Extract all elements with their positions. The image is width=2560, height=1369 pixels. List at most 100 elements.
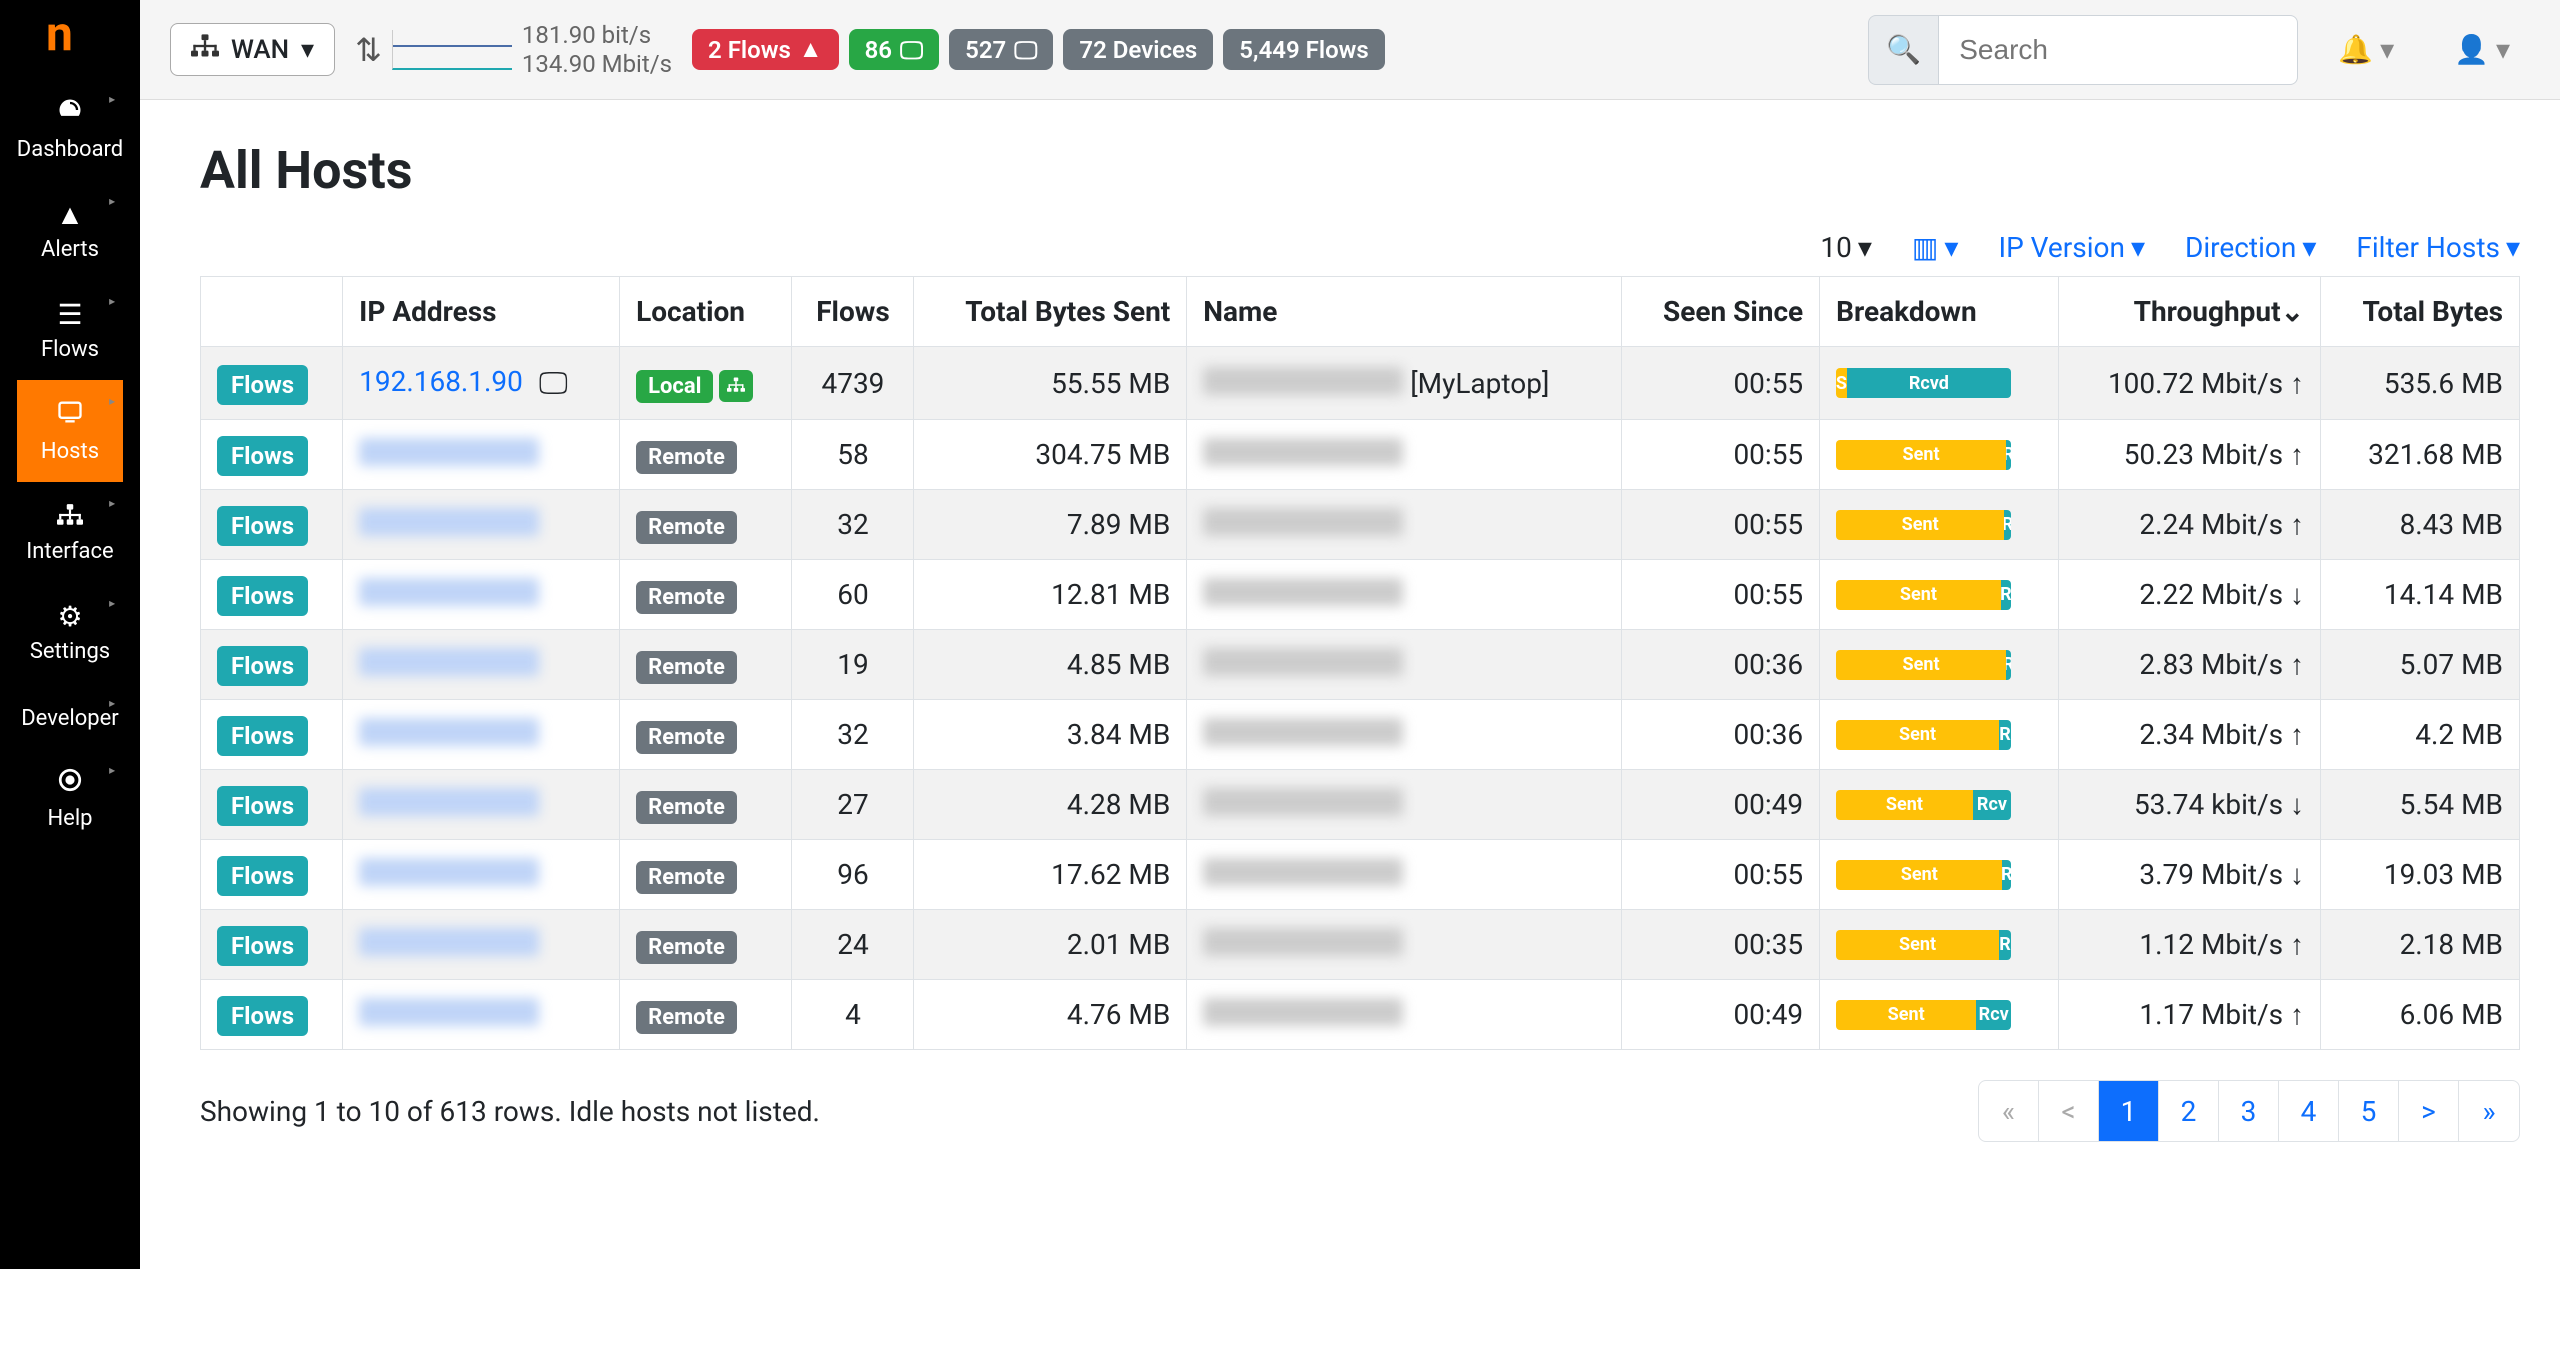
flows-link[interactable]: Flows: [217, 856, 308, 896]
sidebar-item-flows[interactable]: ☰Flows▸: [17, 280, 123, 380]
table-row: FlowsxRemote242.01 MBx 00:35SentR1.12 Mb…: [201, 910, 2520, 980]
location-badge: Remote: [636, 1001, 737, 1034]
seen-since: 00:55: [1621, 490, 1819, 560]
trend-arrow-icon: ↓: [2290, 858, 2304, 891]
table-row: FlowsxRemote327.89 MBx 00:55SentR2.24 Mb…: [201, 490, 2520, 560]
ip-address-masked[interactable]: x: [359, 928, 539, 956]
sidebar-item-help[interactable]: Help▸: [17, 749, 123, 849]
caret-right-icon: ▸: [109, 696, 115, 710]
flows-link[interactable]: Flows: [217, 365, 308, 405]
sidebar-item-label: Help: [47, 806, 92, 831]
total-bytes: 19.03 MB: [2321, 840, 2520, 910]
search-input[interactable]: [1938, 15, 2298, 85]
updown-arrows-icon: ⇅: [355, 31, 382, 69]
flows-link[interactable]: Flows: [217, 576, 308, 616]
page->[interactable]: >: [2399, 1081, 2459, 1141]
ip-address-masked[interactable]: x: [359, 858, 539, 886]
status-badges: 2 Flows▲ 86🖵 527🖵 72 Devices 5,449 Flows: [692, 29, 1385, 70]
flows-link[interactable]: Flows: [217, 646, 308, 686]
settings-icon: ⚙: [17, 600, 123, 633]
green-count-badge[interactable]: 86🖵: [849, 29, 940, 70]
breakdown-rcvd: R: [2006, 650, 2011, 680]
flows-count: 27: [792, 770, 914, 840]
direction-filter[interactable]: Direction ▾: [2185, 231, 2316, 264]
ip-address-masked[interactable]: x: [359, 648, 539, 676]
table-row: FlowsxRemote194.85 MBx 00:36SentR2.83 Mb…: [201, 630, 2520, 700]
sidebar-item-alerts[interactable]: ▲Alerts▸: [17, 180, 123, 280]
trend-arrow-icon: ↓: [2290, 578, 2304, 611]
host-name-masked: x: [1203, 578, 1403, 606]
notifications-button[interactable]: 🔔 ▾: [2318, 33, 2414, 66]
ip-version-filter[interactable]: IP Version ▾: [1998, 231, 2145, 264]
ip-address-masked[interactable]: x: [359, 508, 539, 536]
page-«[interactable]: «: [1979, 1081, 2039, 1141]
ip-address-masked[interactable]: x: [359, 998, 539, 1026]
page-size-selector[interactable]: 10 ▾: [1820, 231, 1872, 264]
table-row: FlowsxRemote274.28 MBx 00:49SentRcv53.74…: [201, 770, 2520, 840]
throughput: 3.79 Mbit/s ↓: [2058, 840, 2321, 910]
devices-badge[interactable]: 72 Devices: [1063, 29, 1213, 70]
page-title: All Hosts: [200, 140, 2520, 201]
alert-flows-badge[interactable]: 2 Flows▲: [692, 29, 839, 70]
col-bytes-sent[interactable]: Total Bytes Sent: [914, 277, 1187, 347]
page-5[interactable]: 5: [2339, 1081, 2399, 1141]
ip-address-masked[interactable]: x: [359, 718, 539, 746]
breakdown-bar: SentR: [1836, 860, 2011, 890]
hosts-icon: [17, 398, 123, 433]
page-1[interactable]: 1: [2099, 1081, 2159, 1141]
page-3[interactable]: 3: [2219, 1081, 2279, 1141]
caret-right-icon: ▸: [109, 496, 115, 510]
ip-address-masked[interactable]: x: [359, 578, 539, 606]
flows-link[interactable]: Flows: [217, 926, 308, 966]
flows-link[interactable]: Flows: [217, 436, 308, 476]
col-throughput[interactable]: Throughput⌄: [2058, 277, 2321, 347]
flows-link[interactable]: Flows: [217, 786, 308, 826]
col-total-bytes[interactable]: Total Bytes: [2321, 277, 2520, 347]
breakdown-rcvd: Rcv: [1973, 790, 2012, 820]
sidebar-item-settings[interactable]: ⚙Settings▸: [17, 582, 123, 682]
flows-link[interactable]: Flows: [217, 506, 308, 546]
page-»[interactable]: »: [2459, 1081, 2519, 1141]
sidebar-item-interface[interactable]: Interface▸: [17, 482, 123, 582]
sidebar-item-label: Dashboard: [17, 137, 123, 162]
trend-arrow-icon: ↑: [2290, 718, 2304, 751]
sidebar-item-hosts[interactable]: Hosts▸: [17, 380, 123, 482]
sidebar: n Dashboard▸▲Alerts▸☰Flows▸Hosts▸Interfa…: [0, 0, 140, 1269]
col-name[interactable]: Name: [1187, 277, 1621, 347]
page-2[interactable]: 2: [2159, 1081, 2219, 1141]
bytes-sent: 55.55 MB: [914, 347, 1187, 420]
trend-arrow-icon: ↑: [2290, 508, 2304, 541]
user-menu-button[interactable]: 👤 ▾: [2434, 33, 2530, 66]
interface-selector[interactable]: WAN ▾: [170, 23, 335, 76]
ip-address-masked[interactable]: x: [359, 438, 539, 466]
dashboard-icon: [17, 96, 123, 131]
total-bytes: 5.07 MB: [2321, 630, 2520, 700]
columns-button[interactable]: ▥▾: [1912, 231, 1959, 264]
flows-link[interactable]: Flows: [217, 716, 308, 756]
col-location[interactable]: Location: [620, 277, 792, 347]
col-breakdown[interactable]: Breakdown: [1820, 277, 2058, 347]
ip-address-link[interactable]: 192.168.1.90: [359, 365, 523, 398]
filter-hosts[interactable]: Filter Hosts ▾: [2356, 231, 2520, 264]
page-4[interactable]: 4: [2279, 1081, 2339, 1141]
table-controls: 10 ▾ ▥▾ IP Version ▾ Direction ▾ Filter …: [200, 231, 2520, 264]
col-ip[interactable]: IP Address: [343, 277, 620, 347]
sitemap-icon: [191, 34, 219, 65]
throughput: 1.12 Mbit/s ↑: [2058, 910, 2321, 980]
sidebar-item-label: Alerts: [41, 237, 99, 262]
flows-link[interactable]: Flows: [217, 996, 308, 1036]
total-flows-badge[interactable]: 5,449 Flows: [1223, 29, 1385, 70]
table-row: FlowsxRemote6012.81 MBx 00:55SentR2.22 M…: [201, 560, 2520, 630]
search-button[interactable]: 🔍: [1868, 15, 1938, 85]
alerts-icon: ▲: [17, 198, 123, 231]
page-<[interactable]: <: [2039, 1081, 2099, 1141]
download-rate: 134.90 Mbit/s: [522, 50, 672, 79]
col-flows[interactable]: Flows: [792, 277, 914, 347]
gray-count-badge[interactable]: 527🖵: [949, 29, 1053, 70]
sidebar-item-developer[interactable]: Developer▸: [17, 682, 123, 749]
sidebar-item-dashboard[interactable]: Dashboard▸: [17, 78, 123, 180]
col-seen[interactable]: Seen Since: [1621, 277, 1819, 347]
flows-count: 4: [792, 980, 914, 1050]
ip-address-masked[interactable]: x: [359, 788, 539, 816]
total-bytes: 4.2 MB: [2321, 700, 2520, 770]
